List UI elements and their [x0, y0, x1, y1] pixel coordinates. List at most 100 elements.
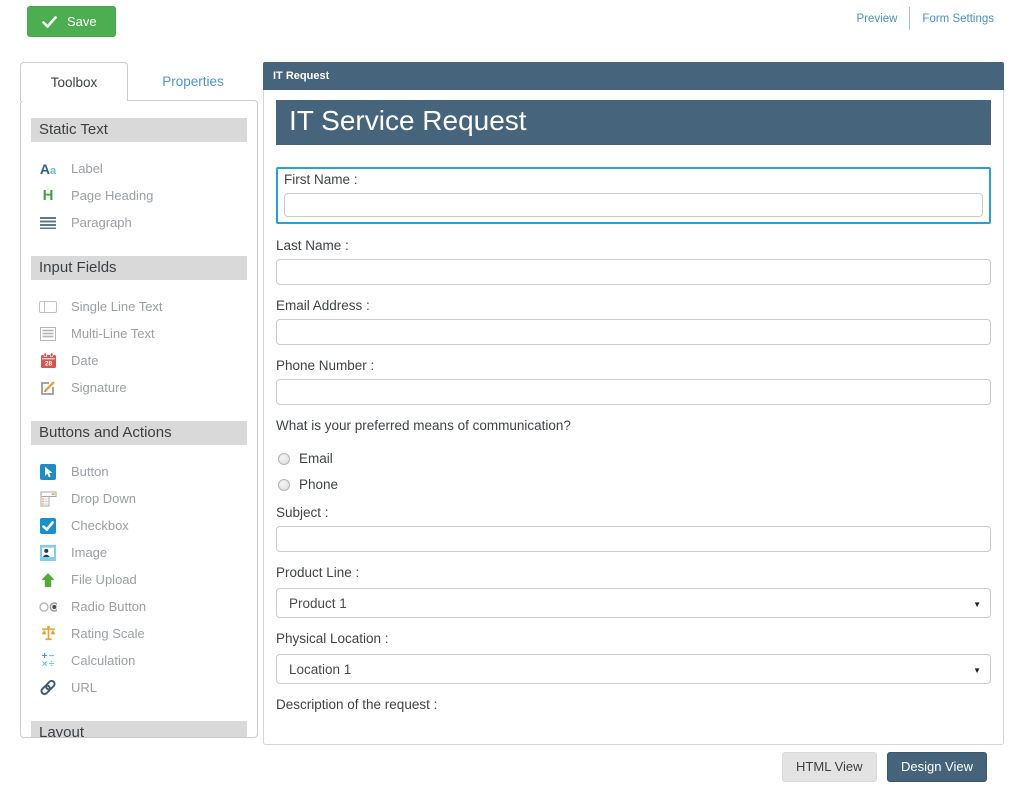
toolbox-item-label: Checkbox [71, 518, 129, 533]
toolbox-item-label: Rating Scale [71, 626, 145, 641]
radio-option-phone[interactable]: Phone [278, 477, 991, 492]
toolbox-item-label: Date [71, 353, 98, 368]
form-field-description-of-the-request[interactable]: Description of the request : [276, 697, 991, 712]
form-settings-link[interactable]: Form Settings [910, 9, 1006, 29]
checkmark-icon [42, 16, 57, 28]
dropdown-select[interactable]: Location 1 ▼ [276, 654, 991, 684]
toolbox-item-signature[interactable]: Signature [21, 374, 257, 401]
form-field-first-name[interactable]: First Name : [276, 167, 991, 224]
toolbox-item-label: URL [71, 680, 97, 695]
calculation-icon: +−×÷ [39, 652, 57, 669]
field-label: Product Line : [276, 565, 991, 580]
dropdown-select[interactable]: Product 1 ▼ [276, 588, 991, 618]
text-input[interactable] [276, 319, 991, 345]
form-window-titlebar: IT Request [263, 62, 1004, 90]
dropdown-arrow-icon: ▼ [973, 666, 981, 675]
toolbox-item-calculation[interactable]: +−×÷ Calculation [21, 647, 257, 674]
form-field-phone-number[interactable]: Phone Number : [276, 358, 991, 405]
text-input[interactable] [276, 379, 991, 405]
toolbox-item-drop-down[interactable]: Drop Down [21, 485, 257, 512]
field-label: What is your preferred means of communic… [276, 418, 991, 433]
toolbox-item-url[interactable]: URL [21, 674, 257, 701]
text-input[interactable] [276, 259, 991, 285]
signature-icon [39, 379, 57, 396]
selected-option-label: Location 1 [289, 662, 351, 677]
toolbox-item-label: Radio Button [71, 599, 146, 614]
field-label: Description of the request : [276, 697, 991, 712]
form-field-what-is-your-preferred-means-of-communication[interactable]: What is your preferred means of communic… [276, 418, 991, 492]
toolbox-item-checkbox[interactable]: Checkbox [21, 512, 257, 539]
dropdown-arrow-icon: ▼ [973, 600, 981, 609]
toolbox-item-label: Label [71, 161, 103, 176]
checkbox-icon [39, 517, 57, 534]
toolbox-item-file-upload[interactable]: File Upload [21, 566, 257, 593]
toolbox-item-label: Signature [71, 380, 127, 395]
field-label: Email Address : [276, 298, 991, 313]
toolbox-item-label: Button [71, 464, 109, 479]
view-switcher: HTML View Design View [263, 752, 1004, 782]
toolbox-section-title: Buttons and Actions [31, 421, 247, 445]
form-heading-banner[interactable]: IT Service Request [276, 100, 991, 145]
text-input[interactable] [276, 526, 991, 552]
label-icon: Aa [39, 160, 57, 177]
form-field-last-name[interactable]: Last Name : [276, 238, 991, 285]
dropdown-icon [39, 490, 57, 507]
field-label: Last Name : [276, 238, 991, 253]
radio-option-email[interactable]: Email [278, 451, 991, 466]
toolbox-item-page-heading[interactable]: HPage Heading [21, 182, 257, 209]
rating-scale-icon [39, 625, 57, 642]
html-view-button[interactable]: HTML View [782, 752, 876, 782]
multi-line-text-icon [39, 325, 57, 342]
design-view-button[interactable]: Design View [887, 752, 987, 782]
toolbox-item-label: Multi-Line Text [71, 326, 155, 341]
toolbox-item-date[interactable]: 28 Date [21, 347, 257, 374]
toolbox-item-paragraph[interactable]: Paragraph [21, 209, 257, 236]
form-field-email-address[interactable]: Email Address : [276, 298, 991, 345]
field-label: Phone Number : [276, 358, 991, 373]
sidebar-tabs: Toolbox Properties [20, 62, 258, 101]
toolbox-item-image[interactable]: Image [21, 539, 257, 566]
radio-button-icon[interactable] [278, 453, 290, 465]
toolbox-item-label: Drop Down [71, 491, 136, 506]
text-input[interactable] [284, 193, 983, 217]
toolbox-panel: Static TextAaLabelHPage HeadingParagraph… [20, 100, 258, 738]
toolbox-item-button[interactable]: Button [21, 458, 257, 485]
svg-text:28: 28 [44, 361, 52, 368]
toolbox-item-label[interactable]: Aa Label [21, 155, 257, 182]
toolbox-item-label: Image [71, 545, 107, 560]
url-icon [39, 679, 57, 696]
toolbox-item-rating-scale[interactable]: Rating Scale [21, 620, 257, 647]
preview-link[interactable]: Preview [845, 9, 910, 29]
save-button[interactable]: Save [27, 6, 116, 37]
save-button-label: Save [67, 14, 97, 29]
file-upload-icon [39, 571, 57, 588]
form-canvas: IT Service Request First Name : Last Name… [263, 90, 1004, 745]
toolbox-section-title: Layout [31, 721, 247, 738]
form-field-product-line[interactable]: Product Line : Product 1 ▼ [276, 565, 991, 618]
radio-button-icon [39, 598, 57, 615]
tab-properties[interactable]: Properties [128, 62, 258, 101]
date-icon: 28 [39, 352, 57, 369]
form-field-physical-location[interactable]: Physical Location : Location 1 ▼ [276, 631, 991, 684]
page-heading-icon: H [39, 187, 57, 204]
toolbox-item-radio-button[interactable]: Radio Button [21, 593, 257, 620]
field-label: Subject : [276, 505, 991, 520]
tab-toolbox[interactable]: Toolbox [20, 62, 128, 101]
field-label: Physical Location : [276, 631, 991, 646]
radio-button-icon[interactable] [278, 479, 290, 491]
form-field-subject[interactable]: Subject : [276, 505, 991, 552]
toolbox-item-label: File Upload [71, 572, 137, 587]
toolbox-item-single-line-text[interactable]: Single Line Text [21, 293, 257, 320]
toolbox-item-multi-line-text[interactable]: Multi-Line Text [21, 320, 257, 347]
button-icon [39, 463, 57, 480]
selected-option-label: Product 1 [289, 596, 347, 611]
paragraph-icon [39, 214, 57, 231]
field-label: First Name : [284, 172, 983, 187]
form-designer-panel: IT Request IT Service Request First Name… [263, 62, 1004, 745]
form-window-title: IT Request [273, 70, 329, 82]
toolbox-item-label: Single Line Text [71, 299, 163, 314]
top-links: Preview Form Settings [845, 7, 1006, 30]
toolbox-item-label: Calculation [71, 653, 135, 668]
toolbox-item-label: Paragraph [71, 215, 132, 230]
radio-option-label: Email [299, 451, 333, 466]
